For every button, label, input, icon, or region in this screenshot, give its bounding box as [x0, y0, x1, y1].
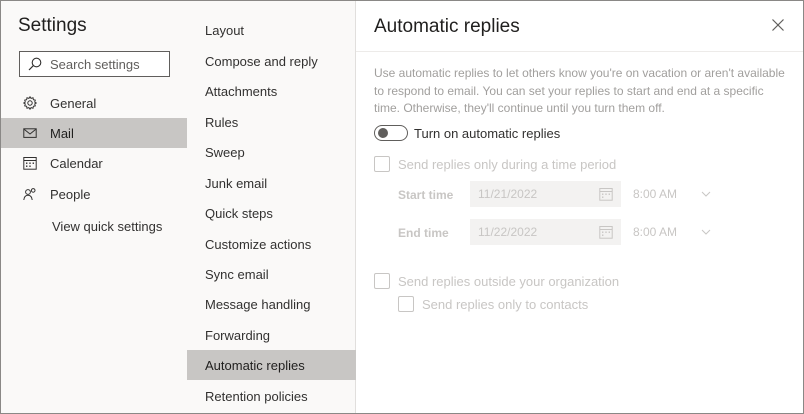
- calendar-icon: [23, 157, 37, 170]
- end-date-value: 11/22/2022: [478, 225, 538, 239]
- toggle-knob: [378, 128, 388, 138]
- search-settings-box[interactable]: [19, 51, 170, 77]
- panel-title: Automatic replies: [374, 16, 520, 37]
- calendar-icon: [599, 226, 613, 239]
- section-message-handling[interactable]: Message handling: [187, 289, 356, 319]
- section-quick-steps[interactable]: Quick steps: [187, 198, 356, 228]
- section-layout[interactable]: Layout: [187, 15, 356, 45]
- chevron-down-icon: [701, 229, 711, 235]
- contacts-only-label: Send replies only to contacts: [422, 296, 589, 312]
- people-icon: [23, 188, 36, 201]
- close-icon[interactable]: [770, 17, 786, 33]
- gear-icon: [23, 96, 37, 110]
- section-rules[interactable]: Rules: [187, 107, 356, 137]
- section-automatic-replies[interactable]: Automatic replies: [187, 350, 356, 380]
- start-time-label: Start time: [398, 188, 454, 202]
- view-quick-settings-link[interactable]: View quick settings: [52, 219, 162, 234]
- end-time-value: 8:00 AM: [633, 225, 678, 239]
- time-period-row: Send replies only during a time period: [374, 156, 616, 172]
- nav-item-mail[interactable]: Mail: [1, 118, 187, 148]
- nav-label-people: People: [50, 186, 91, 202]
- chevron-down-icon: [701, 191, 711, 197]
- auto-replies-toggle-label: Turn on automatic replies: [414, 125, 561, 141]
- outside-org-checkbox[interactable]: [374, 273, 390, 289]
- outside-org-row: Send replies outside your organization: [374, 273, 619, 289]
- section-sweep[interactable]: Sweep: [187, 137, 356, 167]
- search-icon: [28, 57, 42, 71]
- start-date-field[interactable]: 11/21/2022: [470, 181, 621, 207]
- title-divider: [356, 51, 803, 52]
- auto-replies-toggle[interactable]: [374, 125, 408, 141]
- section-forwarding[interactable]: Forwarding: [187, 320, 356, 350]
- section-sync-email[interactable]: Sync email: [187, 259, 356, 289]
- nav-label-mail: Mail: [50, 125, 74, 141]
- section-junk-email[interactable]: Junk email: [187, 168, 356, 198]
- mail-icon: [23, 128, 37, 138]
- end-time-dropdown[interactable]: 8:00 AM: [633, 219, 713, 245]
- auto-replies-toggle-row: Turn on automatic replies: [374, 125, 560, 141]
- contacts-only-row: Send replies only to contacts: [398, 296, 588, 312]
- section-attachments[interactable]: Attachments: [187, 76, 356, 106]
- time-period-checkbox[interactable]: [374, 156, 390, 172]
- time-period-label: Send replies only during a time period: [398, 156, 617, 172]
- nav-item-calendar[interactable]: Calendar: [1, 148, 187, 178]
- panel-description: Use automatic replies to let others know…: [374, 66, 785, 115]
- contacts-only-checkbox[interactable]: [398, 296, 414, 312]
- end-date-field[interactable]: 11/22/2022: [470, 219, 621, 245]
- section-customize-actions[interactable]: Customize actions: [187, 229, 356, 259]
- outside-org-label: Send replies outside your organization: [398, 273, 620, 289]
- calendar-icon: [599, 188, 613, 201]
- start-time-dropdown[interactable]: 8:00 AM: [633, 181, 713, 207]
- start-time-value: 8:00 AM: [633, 187, 678, 201]
- end-time-label: End time: [398, 226, 449, 240]
- nav-label-general: General: [50, 95, 97, 111]
- mail-sections-pane: Layout Compose and reply Attachments Rul…: [187, 1, 356, 413]
- nav-label-calendar: Calendar: [50, 155, 103, 171]
- start-date-value: 11/21/2022: [478, 187, 538, 201]
- automatic-replies-panel: Automatic replies Use automatic replies …: [356, 1, 803, 413]
- nav-item-people[interactable]: People: [1, 179, 187, 209]
- section-retention-policies[interactable]: Retention policies: [187, 381, 356, 411]
- section-compose-and-reply[interactable]: Compose and reply: [187, 46, 356, 76]
- settings-window: Settings General Mail: [0, 0, 804, 414]
- search-input[interactable]: [50, 56, 170, 72]
- nav-item-general[interactable]: General: [1, 88, 187, 118]
- settings-title: Settings: [18, 15, 87, 36]
- settings-nav-pane: Settings General Mail: [1, 1, 187, 413]
